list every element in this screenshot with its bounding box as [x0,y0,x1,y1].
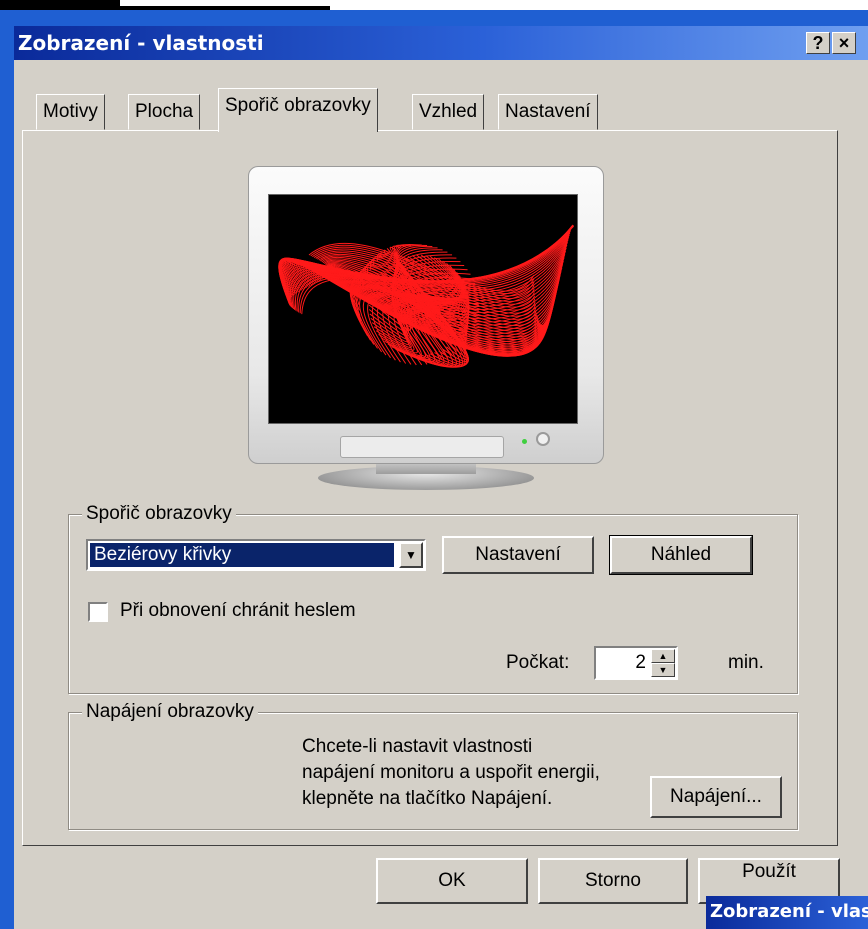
spin-up-icon[interactable]: ▲ [651,649,675,663]
screensaver-preview [268,194,578,424]
ok-button[interactable]: OK [376,858,528,904]
close-button[interactable]: × [832,32,856,54]
tab-plocha[interactable]: Plocha [128,94,201,130]
power-led-icon [522,439,527,444]
tab-label: Motivy [43,101,98,122]
wait-label: Počkat: [506,652,570,673]
wait-unit: min. [728,652,764,673]
tab-screensaver[interactable]: Spořič obrazovky [218,88,378,132]
wait-value: 2 [635,652,646,673]
second-window-title[interactable]: Zobrazení - vlast [706,896,868,929]
screensaver-group-label: Spořič obrazovky [82,503,236,525]
settings-button[interactable]: Nastavení [442,536,594,574]
window-title: Zobrazení - vlastnosti [18,31,264,55]
password-checkbox[interactable] [88,602,108,622]
preview-button[interactable]: Náhled [609,535,753,575]
power-description-line1: Chcete-li nastavit vlastnosti [302,736,533,757]
tab-label: Plocha [135,101,194,122]
power-button[interactable]: Napájení... [650,776,782,818]
tab-motivy[interactable]: Motivy [36,94,105,130]
help-button[interactable]: ? [806,32,830,54]
monitor-power-icon [536,432,550,446]
screensaver-select[interactable]: Beziérovy křivky ▼ [86,539,426,571]
cancel-button[interactable]: Storno [538,858,688,904]
power-group-label: Napájení obrazovky [82,701,258,723]
power-description-line2: napájení monitoru a uspořit energii, [302,762,600,783]
screensaver-selected-value: Beziérovy křivky [90,543,394,567]
tab-vzhled[interactable]: Vzhled [412,94,485,130]
bezier-curves-graphic [278,224,575,368]
password-checkbox-label: Při obnovení chránit heslem [120,600,356,621]
tab-label: Vzhled [419,101,478,122]
chevron-down-icon[interactable]: ▼ [399,542,423,568]
tab-label: Spořič obrazovky [225,95,371,116]
wait-stepper[interactable]: 2 ▲ ▼ [594,646,678,680]
tab-nastaveni[interactable]: Nastavení [498,94,598,130]
spin-down-icon[interactable]: ▼ [651,663,675,677]
title-bar[interactable]: Zobrazení - vlastnosti ? × [14,26,868,60]
monitor-slot [340,436,504,458]
tab-label: Nastavení [505,101,591,122]
spin-buttons: ▲ ▼ [651,649,675,677]
power-description-line3: klepněte na tlačítko Napájení. [302,788,553,809]
